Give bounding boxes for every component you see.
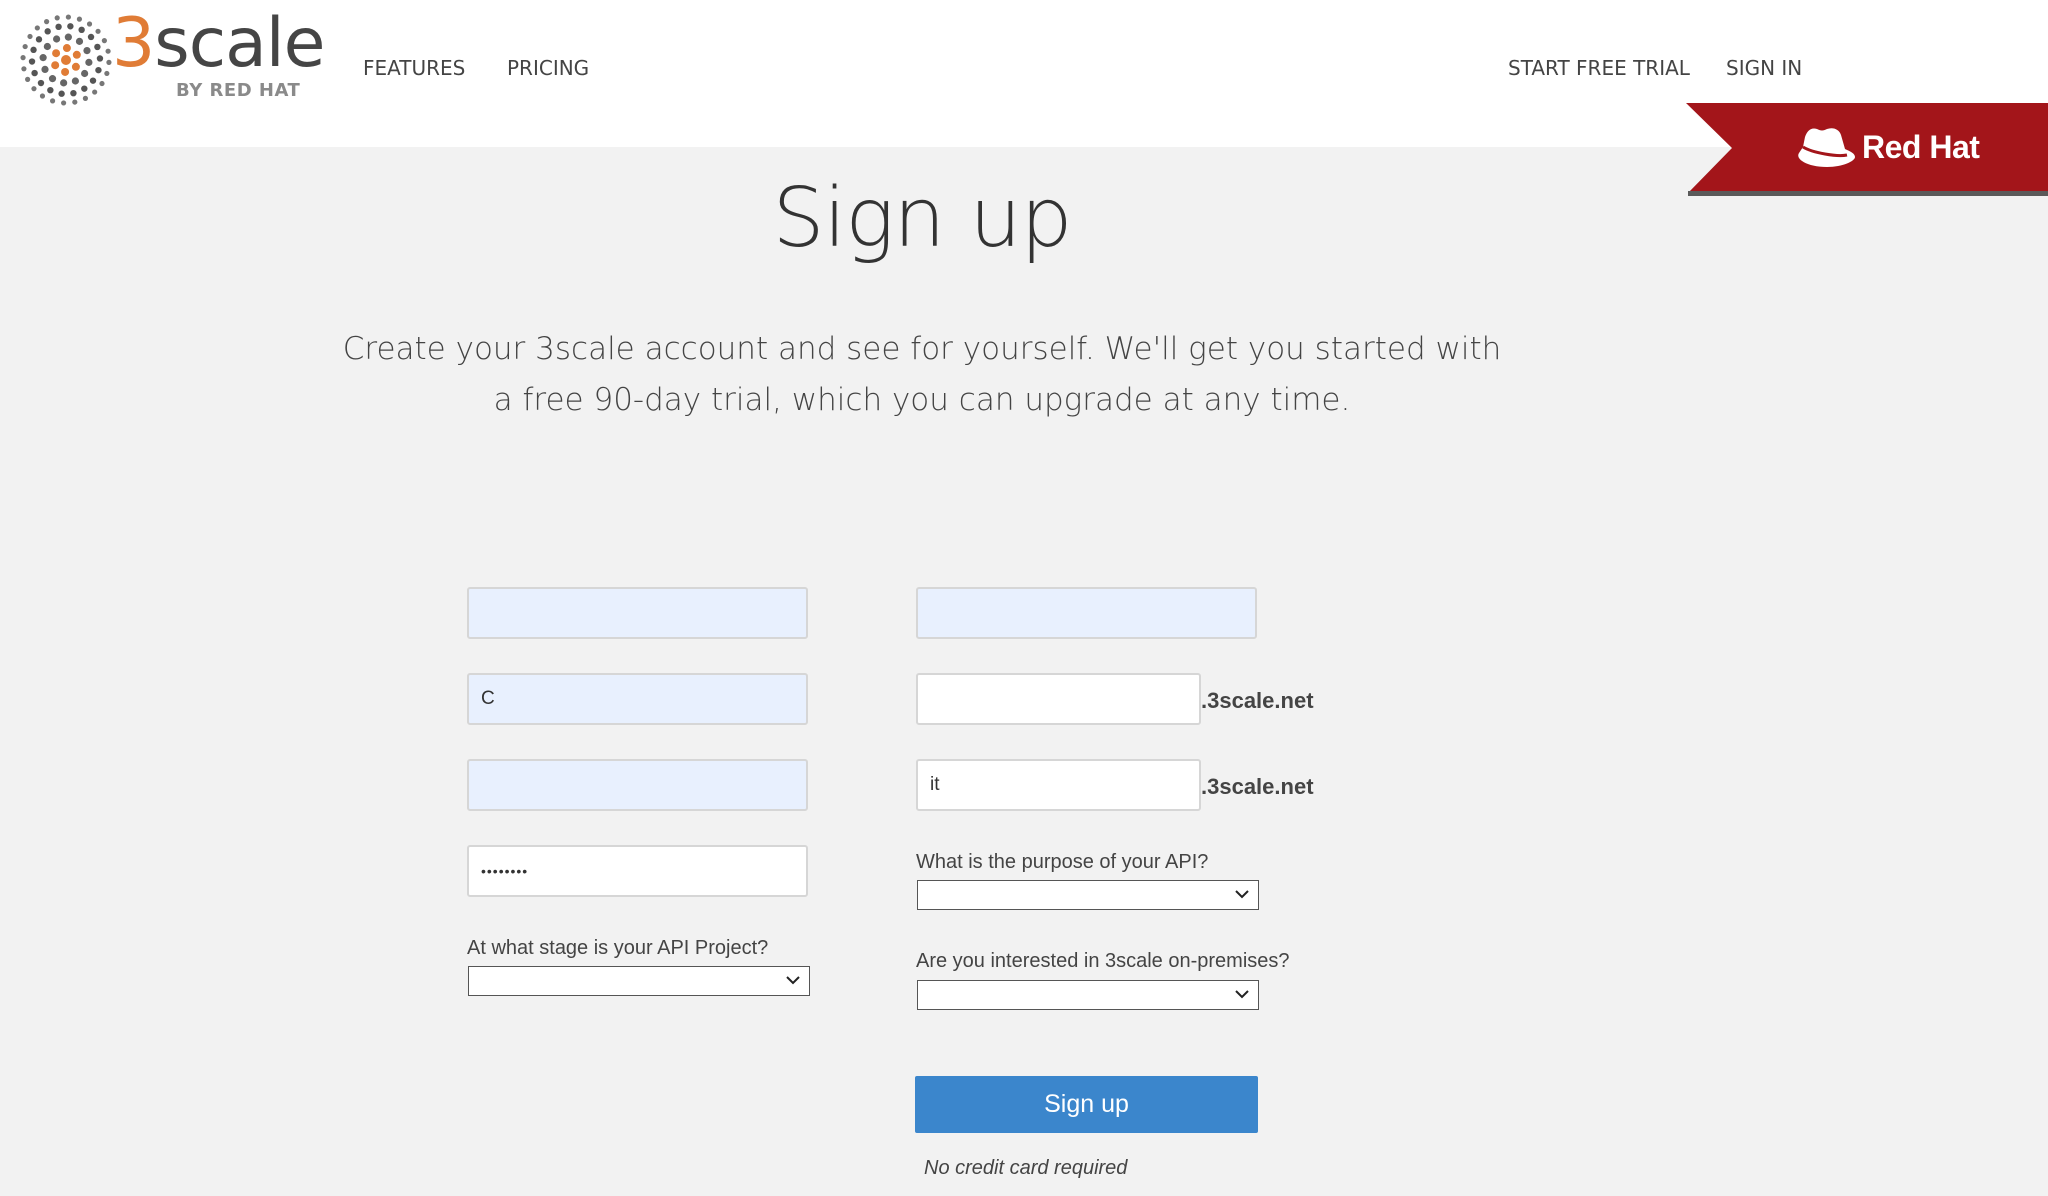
admin-subdomain-suffix: .3scale.net [1201, 774, 1314, 799]
chevron-down-icon [1235, 890, 1249, 899]
api-purpose-label: What is the purpose of your API? [916, 851, 1209, 873]
api-purpose-select[interactable] [917, 880, 1259, 910]
project-stage-select[interactable] [468, 966, 810, 996]
intro-text: Create your 3scale account and see for y… [342, 331, 1502, 418]
no-credit-card-note: No credit card required [924, 1157, 1128, 1179]
last-name-field[interactable] [916, 587, 1257, 639]
chevron-down-icon [786, 976, 800, 985]
nav-pricing-link[interactable]: PRICING [507, 56, 589, 80]
admin-subdomain-field[interactable] [916, 759, 1201, 811]
logo-wordmark: 3scale [112, 4, 325, 83]
page-title: Sign up [772, 171, 1072, 266]
3scale-logo[interactable]: 3scale BY RED HAT [20, 10, 325, 109]
on-premises-label: Are you interested in 3scale on-premises… [916, 950, 1290, 972]
first-name-field[interactable] [467, 587, 808, 639]
password-field[interactable] [467, 845, 808, 897]
sign-up-button[interactable]: Sign up [915, 1076, 1258, 1133]
organization-name-field[interactable] [467, 673, 808, 725]
email-field[interactable] [467, 759, 808, 811]
on-premises-select[interactable] [917, 980, 1259, 1010]
project-stage-label: At what stage is your API Project? [467, 937, 769, 959]
subdomain-suffix: .3scale.net [1201, 688, 1314, 713]
nav-sign-in-link[interactable]: SIGN IN [1726, 56, 1802, 80]
red-hat-ribbon-label: Red Hat [1862, 129, 1980, 165]
nav-features-link[interactable]: FEATURES [363, 56, 465, 80]
nav-start-free-trial-link[interactable]: START FREE TRIAL [1508, 56, 1690, 80]
logo-byline: BY RED HAT [176, 80, 301, 101]
chevron-down-icon [1235, 990, 1249, 999]
subdomain-field[interactable] [916, 673, 1201, 725]
3scale-dots-logo-icon [20, 14, 112, 106]
